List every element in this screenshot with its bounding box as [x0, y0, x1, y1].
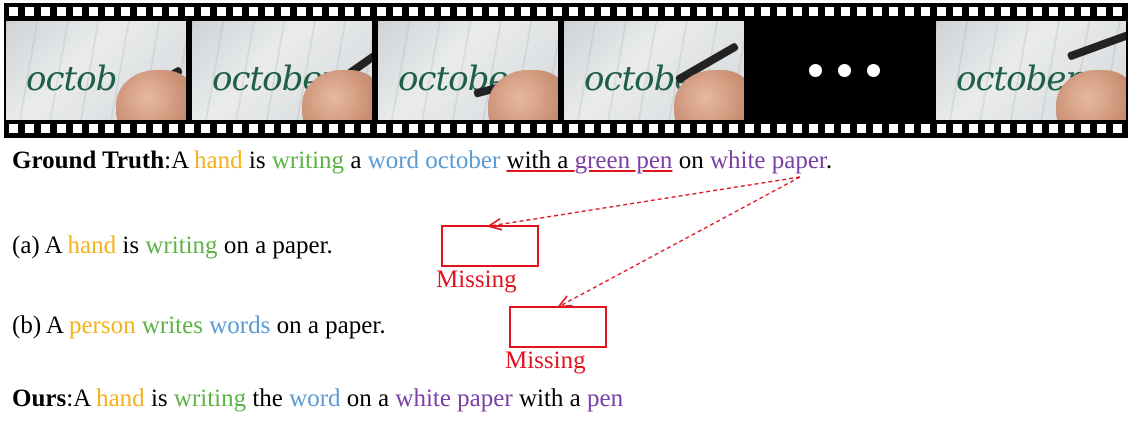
missing-phrase-arrows [0, 176, 801, 424]
